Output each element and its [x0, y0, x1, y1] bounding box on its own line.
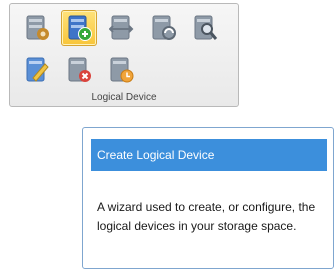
device-refresh-button[interactable] [145, 10, 181, 46]
ribbon-group-label: Logical Device [91, 92, 157, 103]
device-search-button[interactable] [187, 10, 223, 46]
device-clock-icon [110, 57, 134, 83]
device-exchange-button[interactable] [103, 10, 139, 46]
create-logical-device-tooltip: Create Logical Device A wizard used to c… [82, 127, 334, 269]
device-refresh-icon [152, 15, 176, 40]
device-edit-icon [26, 57, 49, 82]
device-delete-button[interactable] [61, 52, 97, 88]
tooltip-title: Create Logical Device [91, 139, 327, 171]
create-logical-device-button[interactable] [61, 10, 97, 46]
device-settings-icon [26, 15, 49, 40]
device-search-icon [194, 15, 218, 40]
device-clock-button[interactable] [103, 52, 139, 88]
device-exchange-icon [109, 15, 134, 40]
logical-device-ribbon-group: Logical Device [9, 3, 239, 107]
device-delete-icon [68, 57, 91, 82]
device-edit-button[interactable] [19, 52, 55, 88]
device-settings-button[interactable] [19, 10, 55, 46]
create-logical-device-icon [68, 15, 92, 41]
tooltip-description: A wizard used to create, or configure, t… [97, 200, 316, 233]
